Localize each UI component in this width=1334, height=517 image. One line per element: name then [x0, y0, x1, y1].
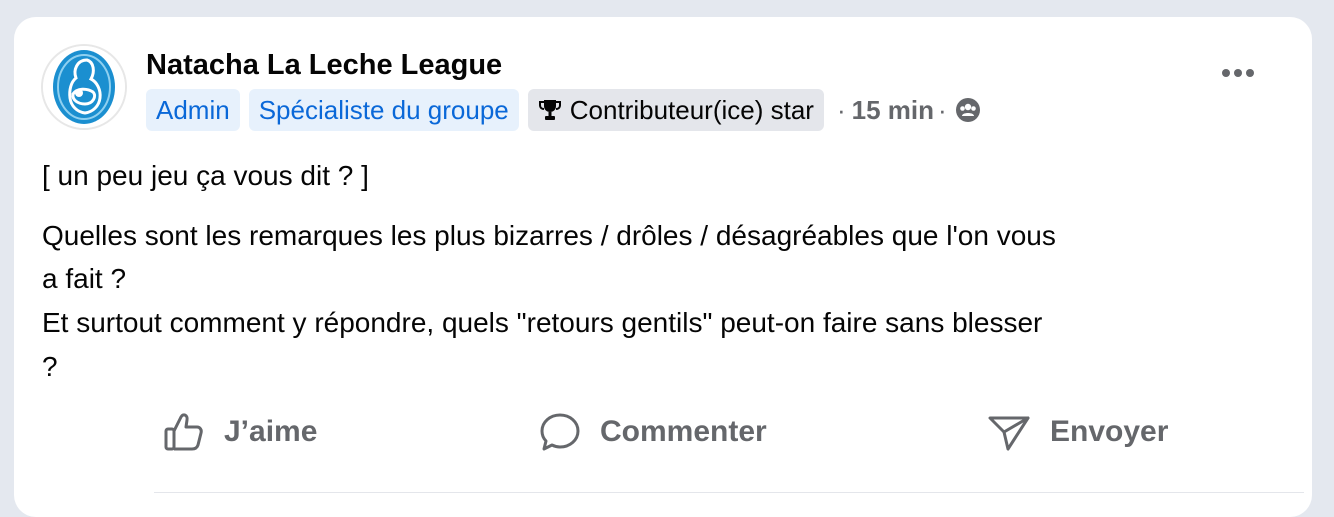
post-body-line: a fait ?	[42, 263, 127, 294]
comment-button[interactable]: Commenter	[538, 407, 767, 457]
post-body-line: ?	[42, 351, 58, 382]
post-intro-text: [ un peu jeu ça vous dit ? ]	[42, 160, 369, 191]
trophy-icon	[538, 98, 562, 122]
thumbs-up-icon	[164, 413, 203, 451]
more-dot	[1222, 69, 1230, 77]
post-author-name[interactable]: Natacha La Leche League	[146, 49, 502, 82]
la-leche-league-logo-icon	[43, 46, 125, 128]
more-dot	[1246, 69, 1254, 77]
send-icon	[988, 416, 1030, 451]
star-contributor-badge[interactable]: Contributeur(ice) star	[527, 89, 824, 131]
post-body-line: Et surtout comment y répondre, quels "re…	[42, 307, 1043, 338]
comment-label: Commenter	[600, 415, 767, 448]
send-button[interactable]: Envoyer	[986, 407, 1168, 457]
group-specialist-badge[interactable]: Spécialiste du groupe	[248, 89, 519, 131]
separator-dot: ·	[938, 94, 947, 125]
divider	[154, 492, 1304, 493]
post-meta: Admin Spécialiste du groupe Contributeur…	[146, 88, 981, 132]
like-button[interactable]: J’aime	[162, 407, 317, 457]
group-icon[interactable]	[955, 97, 981, 123]
star-contributor-label: Contributeur(ice) star	[569, 95, 814, 125]
post-card: Natacha La Leche League Admin Spécialist…	[14, 17, 1312, 517]
profile-avatar[interactable]	[41, 44, 127, 130]
send-label: Envoyer	[1050, 415, 1169, 448]
post-body-line: Quelles sont les remarques les plus biza…	[42, 220, 1056, 251]
separator-dot: ·	[836, 94, 846, 125]
admin-badge[interactable]: Admin	[146, 89, 240, 131]
more-dot	[1234, 69, 1242, 77]
like-label: J’aime	[224, 415, 318, 448]
more-options-icon[interactable]	[1222, 69, 1254, 77]
comment-bubble-icon	[540, 413, 580, 451]
post-timestamp[interactable]: 15 min	[852, 95, 934, 126]
